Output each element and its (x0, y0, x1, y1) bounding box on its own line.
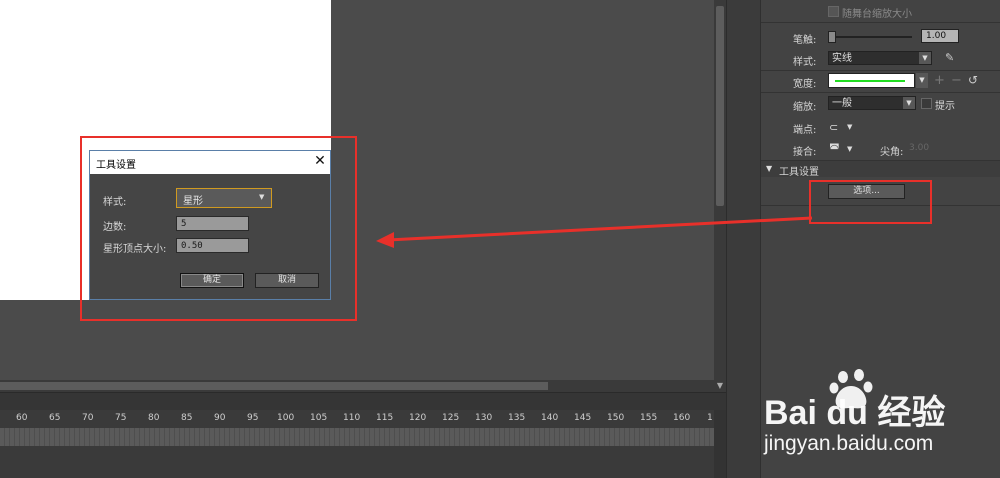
hint-label: 提示 (935, 101, 955, 112)
join-label: 接合: (793, 147, 817, 158)
miter-value[interactable]: 3.00 (909, 143, 929, 153)
watermark-brand: Bai du 经验 (764, 393, 945, 432)
annotation-arrow-head (376, 232, 394, 248)
add-icon[interactable]: + (934, 73, 945, 88)
scale-with-stage-checkbox[interactable] (828, 6, 839, 17)
ruler-tick-label: 145 (574, 413, 592, 423)
timeline-header (0, 392, 726, 411)
scale-value: 一般 (832, 98, 852, 109)
chevron-down-icon[interactable]: ▼ (847, 145, 852, 153)
stroke-label: 笔触: (793, 35, 817, 46)
timeline-footer (0, 446, 714, 478)
cap-round-icon[interactable]: ⊂ (829, 121, 838, 134)
annotation-arrow (376, 216, 813, 248)
reset-icon[interactable]: ↺ (968, 73, 978, 87)
stage-vertical-scroll-thumb[interactable] (716, 6, 724, 206)
panel-separator (761, 22, 1000, 23)
scale-label: 缩放: (793, 102, 817, 113)
annotation-arrow-line (387, 216, 813, 242)
stroke-value-input[interactable]: 1.00 (921, 29, 959, 43)
join-round-icon[interactable]: ◚ (829, 142, 840, 155)
width-profile-dropdown[interactable] (828, 73, 915, 88)
ruler-tick-label: 105 (310, 413, 328, 423)
stroke-slider-handle[interactable] (828, 31, 836, 43)
ruler-tick-label: 155 (640, 413, 658, 423)
panel-separator (761, 92, 1000, 93)
chevron-down-icon[interactable]: ▼ (847, 123, 852, 131)
ruler-tick-label: 1 (707, 413, 713, 423)
miter-label: 尖角: (880, 147, 904, 158)
ruler-tick-label: 135 (508, 413, 526, 423)
ruler-tick-label: 125 (442, 413, 460, 423)
ruler-tick-label: 90 (214, 413, 226, 423)
ruler-tick-label: 60 (16, 413, 28, 423)
stroke-slider-track[interactable] (832, 36, 912, 38)
width-profile-line (835, 80, 905, 82)
chevron-down-icon: ▼ (903, 97, 915, 109)
timeline-frames[interactable] (0, 428, 714, 446)
scale-dropdown[interactable]: 一般 ▼ (828, 96, 916, 110)
minus-icon[interactable]: − (951, 73, 962, 88)
width-label: 宽度: (793, 79, 817, 90)
chevron-down-icon[interactable]: ▼ (916, 73, 928, 88)
stage-horizontal-scroll-thumb[interactable] (0, 382, 548, 390)
ruler-tick-label: 65 (49, 413, 61, 423)
ruler-tick-label: 120 (409, 413, 427, 423)
ruler-tick-label: 115 (376, 413, 394, 423)
scale-with-stage-label: 随舞台缩放大小 (842, 9, 912, 20)
baidu-jingyan-watermark: Bai du 经验 jingyan.baidu.com (763, 369, 945, 455)
ruler-tick-label: 95 (247, 413, 259, 423)
panel-separator (761, 70, 1000, 71)
scroll-down-arrow-icon[interactable]: ▼ (716, 381, 724, 390)
ruler-tick-label: 140 (541, 413, 559, 423)
watermark-url: jingyan.baidu.com (763, 432, 933, 455)
timeline-vertical-scrollbar[interactable] (714, 410, 726, 478)
tool-settings-section-label: 工具设置 (779, 167, 819, 178)
hint-checkbox[interactable] (921, 98, 932, 109)
stroke-style-value: 实线 (832, 53, 852, 64)
ruler-tick-label: 130 (475, 413, 493, 423)
ruler-tick-label: 100 (277, 413, 295, 423)
style-label: 样式: (793, 57, 817, 68)
annotation-highlight-options (809, 180, 932, 224)
annotation-highlight-dialog (80, 136, 357, 321)
ruler-tick-label: 110 (343, 413, 361, 423)
cap-label: 端点: (793, 125, 817, 136)
stroke-style-dropdown[interactable]: 实线 ▼ (828, 51, 932, 65)
ruler-tick-label: 80 (148, 413, 160, 423)
ruler-tick-label: 70 (82, 413, 94, 423)
collapse-triangle-icon[interactable]: ▼ (766, 164, 772, 173)
chevron-down-icon: ▼ (919, 52, 931, 64)
ruler-tick-label: 150 (607, 413, 625, 423)
pencil-icon[interactable]: ✎ (945, 51, 957, 65)
ruler-tick-label: 75 (115, 413, 127, 423)
ruler-tick-label: 160 (673, 413, 691, 423)
ruler-tick-label: 85 (181, 413, 193, 423)
